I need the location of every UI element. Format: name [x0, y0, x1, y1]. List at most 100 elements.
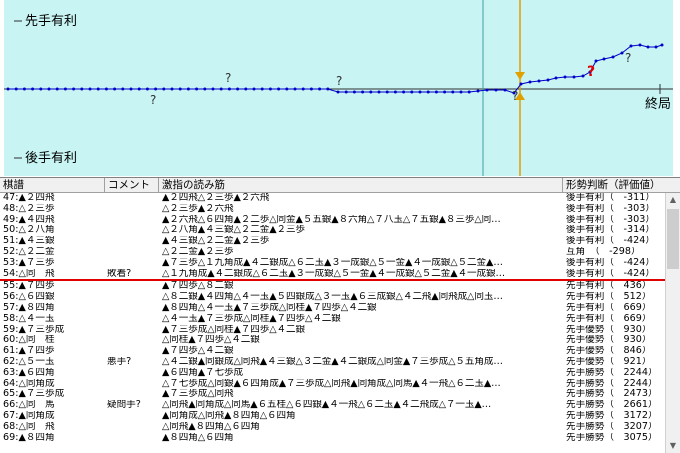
table-row[interactable]: 56:△６四銀 △８二銀▲４四角△４一玉▲５四銀成△３一玉▲６三成銀△４二飛▲同飛…	[0, 292, 665, 303]
evaluation-point[interactable]	[476, 89, 480, 93]
evaluation-point[interactable]	[6, 87, 10, 91]
evaluation-point[interactable]	[47, 87, 51, 91]
evaluation-point[interactable]	[252, 87, 256, 91]
evaluation-point[interactable]	[121, 87, 125, 91]
evaluation-graph-canvas[interactable]: 先手有利 後手有利 終局 ? ? ? ? ? ?	[0, 0, 680, 176]
evaluation-point[interactable]	[301, 87, 305, 91]
evaluation-point[interactable]	[443, 90, 447, 94]
evaluation-point[interactable]	[129, 87, 133, 91]
evaluation-point[interactable]	[602, 57, 606, 61]
evaluation-point[interactable]	[236, 87, 240, 91]
evaluation-point[interactable]	[88, 87, 92, 91]
header-eval[interactable]: 形勢判断（評価値）	[563, 178, 680, 192]
evaluation-point[interactable]	[260, 87, 264, 91]
evaluation-point[interactable]	[326, 87, 330, 91]
evaluation-point[interactable]	[352, 90, 356, 94]
evaluation-point[interactable]	[546, 78, 550, 82]
evaluation-point[interactable]	[563, 75, 567, 79]
evaluation-point[interactable]	[459, 90, 463, 94]
scroll-down-icon[interactable]: ▼	[666, 439, 680, 453]
evaluation-point[interactable]	[309, 87, 313, 91]
evaluation-point[interactable]	[31, 87, 35, 91]
evaluation-point[interactable]	[336, 90, 340, 94]
evaluation-point[interactable]	[434, 90, 438, 94]
table-row[interactable]: 61:▲７四歩 ▲７四歩△４二銀 先手優勢（ 846）	[0, 346, 665, 357]
table-row[interactable]: 49:▲４四飛 ▲２六飛△６四角▲２二歩△同金▲５五銀▲８六角△７八玉△７五銀▲８…	[0, 215, 665, 226]
evaluation-point[interactable]	[344, 90, 348, 94]
scrollbar-thumb[interactable]	[667, 209, 679, 269]
evaluation-point[interactable]	[55, 87, 59, 91]
evaluation-point[interactable]	[485, 88, 489, 92]
evaluation-point[interactable]	[39, 87, 43, 91]
table-row[interactable]: 62:△５一玉 悪手? △４二銀▲同銀成△同飛▲４三銀△３二金▲４二銀成△同金▲７三…	[0, 357, 665, 368]
evaluation-point[interactable]	[80, 87, 84, 91]
evaluation-point[interactable]	[361, 90, 365, 94]
evaluation-point[interactable]	[638, 43, 642, 47]
evaluation-point[interactable]	[113, 87, 117, 91]
evaluation-point[interactable]	[451, 90, 455, 94]
evaluation-point[interactable]	[162, 87, 166, 91]
scroll-up-icon[interactable]: ▲	[666, 193, 680, 207]
table-row[interactable]: 55:▲７四歩 ▲７四歩△８二銀 先手有利（ 436）	[0, 281, 665, 292]
evaluation-point[interactable]	[572, 75, 576, 79]
evaluation-point[interactable]	[22, 87, 26, 91]
move-analysis-table[interactable]: 棋譜 コメント 激指の読み筋 形勢判断（評価値） 47:▲２四飛 ▲２四飛△２三歩…	[0, 177, 680, 453]
evaluation-point[interactable]	[611, 55, 615, 59]
evaluation-point[interactable]	[203, 87, 207, 91]
evaluation-point[interactable]	[654, 45, 658, 49]
evaluation-point[interactable]	[385, 90, 389, 94]
table-row[interactable]: 68:△同 飛 △同飛▲８四角△６四角 先手勝勢（ 3207）	[0, 422, 665, 433]
table-row[interactable]: 64:△同角成 △７七歩成△同銀▲６四角成▲７三歩成△同飛▲同角成△同馬▲４一飛△…	[0, 379, 665, 390]
table-row[interactable]: 65:▲７三歩成 ▲７三歩成△同飛 先手勝勢（ 2473）	[0, 389, 665, 400]
table-row[interactable]: 60:△同 桂 △同桂▲７四歩△４二銀 先手優勢（ 930）	[0, 335, 665, 346]
table-row[interactable]: 57:▲８四角 ▲８四角△４一玉▲７三歩成△同桂▲７四歩△４二銀 先手有利（ 669…	[0, 303, 665, 314]
evaluation-point[interactable]	[537, 79, 541, 83]
evaluation-point[interactable]	[14, 87, 18, 91]
evaluation-point[interactable]	[154, 87, 158, 91]
vertical-scrollbar[interactable]: ▲ ▼	[665, 193, 680, 453]
evaluation-point[interactable]	[402, 90, 406, 94]
evaluation-point[interactable]	[285, 87, 289, 91]
evaluation-point[interactable]	[594, 59, 598, 63]
table-row[interactable]: 52:△２二金 △２二金▲２三歩 互角 （ -298）	[0, 247, 665, 258]
evaluation-point[interactable]	[620, 51, 624, 55]
evaluation-point[interactable]	[660, 43, 664, 47]
evaluation-point[interactable]	[410, 90, 414, 94]
evaluation-point[interactable]	[377, 90, 381, 94]
evaluation-point[interactable]	[426, 90, 430, 94]
evaluation-point[interactable]	[268, 87, 272, 91]
header-comment[interactable]: コメント	[105, 178, 159, 192]
evaluation-point[interactable]	[145, 87, 149, 91]
table-row[interactable]: 67:▲同角成 ▲同角成△同飛▲８四角△６四角 先手勝勢（ 3172）	[0, 411, 665, 422]
evaluation-point[interactable]	[227, 87, 231, 91]
table-row[interactable]: 58:△４一玉 △４一玉▲７三歩成△同桂▲７四歩△４二銀 先手有利（ 669）	[0, 314, 665, 325]
evaluation-point[interactable]	[178, 87, 182, 91]
table-row[interactable]: 48:△２三歩 △２三歩▲２六飛 後手有利（ -303）	[0, 204, 665, 215]
evaluation-point[interactable]	[503, 88, 507, 92]
evaluation-point[interactable]	[104, 87, 108, 91]
table-row[interactable]: 50:△２八角 △２八角▲４三銀△２二金▲２三歩 後手有利（ -314）	[0, 225, 665, 236]
evaluation-point[interactable]	[186, 87, 190, 91]
header-pv[interactable]: 激指の読み筋	[159, 178, 563, 192]
table-row[interactable]: 63:▲６四角 ▲６四角▲７七歩成 先手勝勢（ 2244）	[0, 368, 665, 379]
evaluation-point[interactable]	[519, 82, 523, 86]
evaluation-point[interactable]	[293, 87, 297, 91]
evaluation-point[interactable]	[554, 76, 558, 80]
table-row[interactable]: 53:▲７三歩 ▲７三歩△１九角成▲４二銀成△６二玉▲３一成銀△５一金▲４一成銀△…	[0, 258, 665, 269]
header-move[interactable]: 棋譜	[0, 178, 105, 192]
evaluation-point[interactable]	[369, 90, 373, 94]
evaluation-point[interactable]	[467, 90, 471, 94]
evaluation-point[interactable]	[418, 90, 422, 94]
evaluation-point[interactable]	[170, 87, 174, 91]
evaluation-point[interactable]	[629, 44, 633, 48]
table-row[interactable]: 54:△同 飛 敗着? △１九角成▲４二銀成△６二玉▲３一成銀△５一金▲４一成銀△５…	[0, 269, 665, 282]
evaluation-point[interactable]	[318, 87, 322, 91]
evaluation-point[interactable]	[72, 87, 76, 91]
table-row[interactable]: 47:▲２四飛 ▲２四飛△２三歩▲２六飛 後手有利（ -311）	[0, 193, 665, 204]
table-row[interactable]: 59:▲７三歩成 ▲７三歩成△同桂▲７四歩△４二銀 先手優勢（ 930）	[0, 325, 665, 336]
table-row[interactable]: 66:△同 馬 疑問手? △同飛▲同角成△同馬▲６五桂△６四銀▲４一飛△６二玉▲４二…	[0, 400, 665, 411]
evaluation-point[interactable]	[244, 87, 248, 91]
table-row[interactable]: 51:▲４三銀 ▲４三銀△２二金▲２三歩 後手有利（ -424）	[0, 236, 665, 247]
table-row[interactable]: 69:▲８四角 ▲８四角△６四角 先手勝勢（ 3075）	[0, 433, 665, 444]
evaluation-point[interactable]	[581, 74, 585, 78]
